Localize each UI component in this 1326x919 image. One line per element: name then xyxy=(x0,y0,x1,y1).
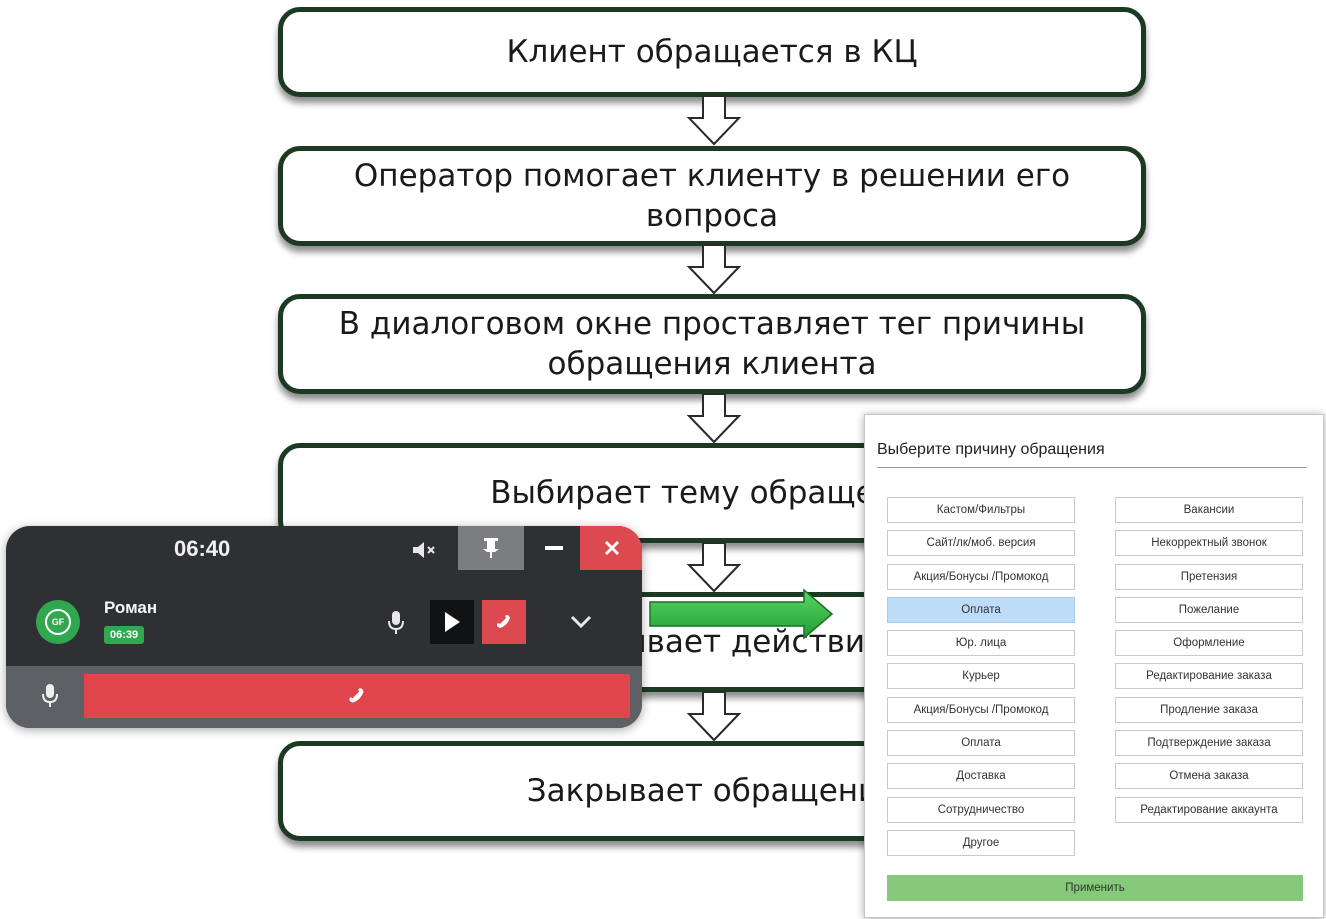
down-arrow-icon xyxy=(686,542,742,593)
caller-name: Роман xyxy=(104,598,158,617)
flow-step-3-text: В диалоговом окне проставляет тег причин… xyxy=(338,306,1086,382)
flow-step-2-text: Оператор помогает клиенту в решении его … xyxy=(353,158,1071,234)
reason-option[interactable]: Курьер xyxy=(887,663,1075,690)
flow-step-6-text: Закрывает обращение xyxy=(526,773,898,809)
flow-step-1: Клиент обращается в КЦ xyxy=(278,7,1146,97)
close-icon xyxy=(604,540,620,556)
reason-list-right: Вакансии Некорректный звонок Претензия П… xyxy=(1115,497,1303,830)
flow-step-2: Оператор помогает клиенту в решении его … xyxy=(278,146,1146,246)
phone-icon xyxy=(497,615,510,628)
reason-option[interactable]: Другое xyxy=(887,829,1075,856)
reason-option[interactable]: Оплата xyxy=(887,730,1075,757)
down-arrow-icon xyxy=(686,393,742,444)
minimize-icon xyxy=(545,546,563,550)
reason-dialog: Выберите причину обращения Кастом/Фильтр… xyxy=(864,414,1324,918)
reason-option[interactable]: Продление заказа xyxy=(1115,696,1303,723)
play-icon xyxy=(445,612,460,632)
reason-option[interactable]: Редактирование заказа xyxy=(1115,663,1303,690)
reason-option[interactable]: Акция/Бонусы /Промокод xyxy=(887,563,1075,590)
down-arrow-icon xyxy=(686,691,742,742)
reason-option[interactable]: Вакансии xyxy=(1115,497,1303,523)
pin-button[interactable] xyxy=(458,526,524,570)
right-arrow-icon xyxy=(649,588,834,640)
pin-icon xyxy=(483,538,499,558)
microphone-icon[interactable] xyxy=(386,610,406,636)
dialog-title: Выберите причину обращения xyxy=(877,441,1105,458)
reason-option[interactable]: Отмена заказа xyxy=(1115,763,1303,790)
chevron-down-icon[interactable] xyxy=(568,610,594,632)
close-button[interactable] xyxy=(580,526,642,570)
dialog-divider xyxy=(877,467,1307,468)
play-button[interactable] xyxy=(430,600,474,644)
hangup-button[interactable] xyxy=(482,600,526,644)
reason-option[interactable]: Юр. лица xyxy=(887,630,1075,657)
avatar-logo: GF xyxy=(45,609,71,635)
microphone-icon[interactable] xyxy=(40,682,60,710)
reason-option-selected[interactable]: Оплата xyxy=(887,596,1075,623)
reason-option[interactable]: Пожелание xyxy=(1115,596,1303,623)
call-timer: 06:40 xyxy=(174,536,231,561)
reason-option[interactable]: Подтверждение заказа xyxy=(1115,730,1303,757)
reason-option[interactable]: Некорректный звонок xyxy=(1115,530,1303,557)
flow-step-3: В диалоговом окне проставляет тег причин… xyxy=(278,294,1146,394)
call-widget: 06:40 GF Роман 06:39 xyxy=(6,526,642,728)
down-arrow-icon xyxy=(686,244,742,295)
end-call-button[interactable] xyxy=(84,674,630,718)
reason-option[interactable]: Доставка xyxy=(887,763,1075,790)
reason-option[interactable]: Акция/Бонусы /Промокод xyxy=(887,696,1075,723)
reason-option[interactable]: Сайт/лк/моб. версия xyxy=(887,530,1075,557)
apply-button[interactable]: Применить xyxy=(887,875,1303,901)
avatar: GF xyxy=(36,600,80,644)
reason-option[interactable]: Кастом/Фильтры xyxy=(887,497,1075,523)
reason-option[interactable]: Оформление xyxy=(1115,630,1303,657)
reason-option[interactable]: Сотрудничество xyxy=(887,796,1075,823)
minimize-button[interactable] xyxy=(536,526,572,570)
speaker-mute-icon[interactable] xyxy=(410,538,438,562)
phone-icon xyxy=(349,688,364,703)
down-arrow-icon xyxy=(686,95,742,146)
reason-option[interactable]: Редактирование аккаунта xyxy=(1115,796,1303,823)
reason-option[interactable]: Претензия xyxy=(1115,563,1303,590)
call-duration-badge: 06:39 xyxy=(104,626,145,644)
reason-list-left: Кастом/Фильтры Сайт/лк/моб. версия Акция… xyxy=(887,497,1075,863)
flow-step-1-text: Клиент обращается в КЦ xyxy=(506,34,918,70)
call-bottom-bar xyxy=(6,666,642,728)
